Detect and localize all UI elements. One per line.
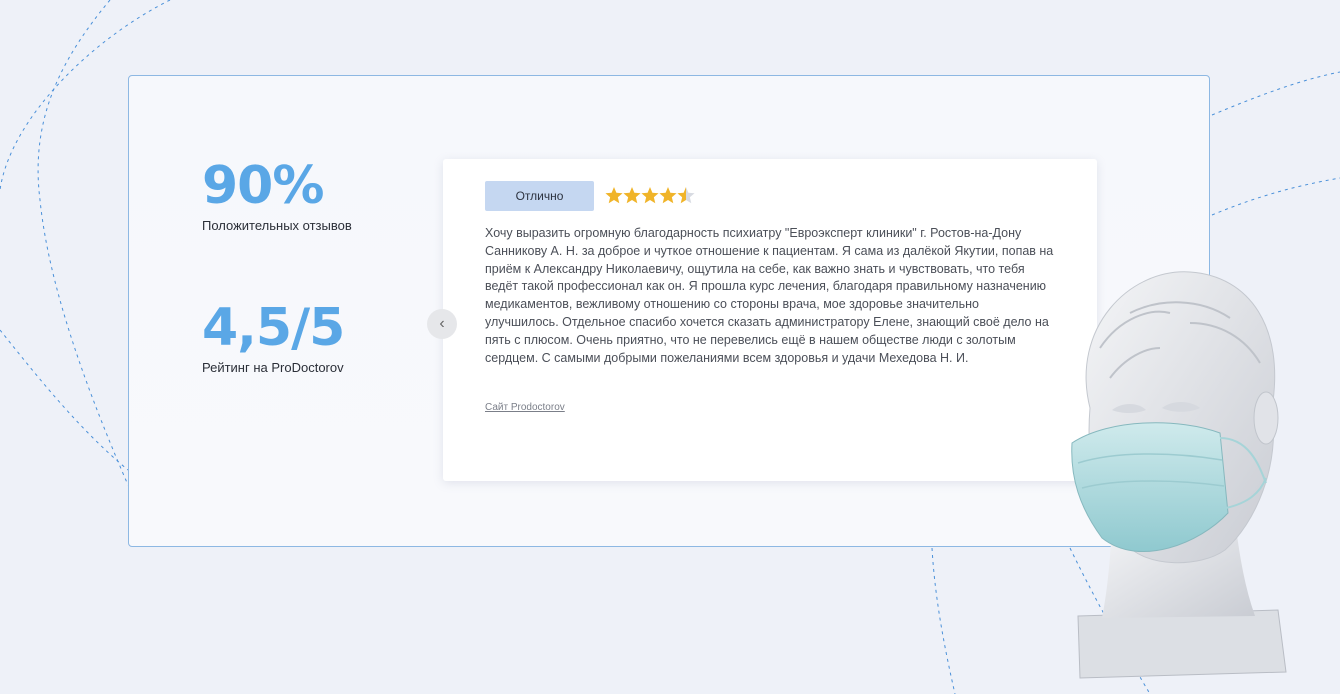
chevron-left-icon: ‹ — [439, 315, 445, 332]
star-icon — [659, 187, 677, 204]
stat-rating: 4,5/5 Рейтинг на ProDoctorov — [202, 298, 345, 375]
rating-badge: Отлично — [485, 181, 594, 211]
star-icon — [605, 187, 623, 204]
star-rating — [605, 187, 695, 204]
reviews-panel: 90% Положительных отзывов 4,5/5 Рейтинг … — [128, 75, 1210, 547]
review-text: Хочу выразить огромную благодарность пси… — [485, 226, 1054, 365]
masked-bust-image — [1071, 271, 1287, 679]
stat-label: Рейтинг на ProDoctorov — [202, 360, 344, 375]
star-icon — [677, 187, 695, 204]
star-icon — [641, 187, 659, 204]
star-icon — [623, 187, 641, 204]
stat-positive-reviews: 90% Положительных отзывов — [202, 156, 352, 233]
stat-value: 4,5/5 — [202, 298, 345, 358]
carousel-prev-button[interactable]: ‹ — [427, 309, 457, 339]
review-card: Отлично Хочу выразить огромную благодарн… — [443, 159, 1097, 481]
stat-value: 90% — [202, 156, 324, 216]
stat-label: Положительных отзывов — [202, 218, 352, 233]
review-source-link[interactable]: Сайт Prodoctorov — [485, 402, 565, 413]
